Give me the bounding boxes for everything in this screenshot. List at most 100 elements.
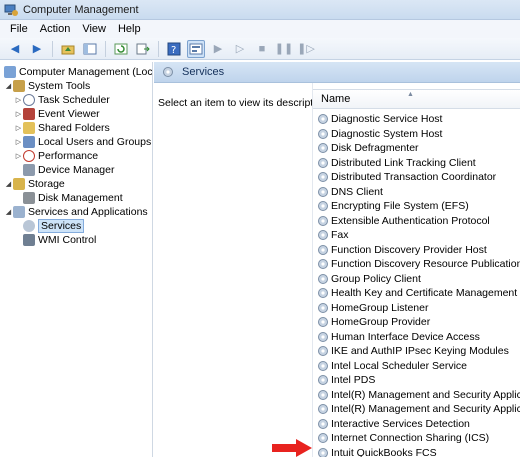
- start-service-params-icon[interactable]: ▷: [231, 40, 249, 58]
- service-name: Intel PDS: [331, 374, 376, 386]
- gear-icon: [317, 345, 329, 357]
- tree-item-label: Disk Management: [38, 192, 123, 204]
- gear-icon: [317, 447, 329, 457]
- storage-icon: [13, 178, 25, 190]
- expand-icon[interactable]: ▷: [14, 152, 23, 160]
- service-name: Encrypting File System (EFS): [331, 200, 469, 212]
- gear-icon: [317, 142, 329, 154]
- service-name: Intel(R) Management and Security Applica…: [331, 388, 520, 401]
- gear-icon: [23, 220, 35, 232]
- menu-help[interactable]: Help: [112, 23, 147, 35]
- tree-item-system-tools[interactable]: ◢ System Tools: [4, 79, 90, 93]
- tree-item-task-scheduler[interactable]: ▷ Task Scheduler: [14, 93, 110, 107]
- clock-icon: [23, 94, 35, 106]
- help-icon[interactable]: ?: [165, 40, 183, 58]
- service-row[interactable]: Extensible Authentication Protocol: [317, 214, 490, 228]
- gear-icon: [162, 66, 174, 78]
- service-row[interactable]: Function Discovery Resource Publication: [317, 257, 520, 271]
- up-folder-icon[interactable]: [59, 40, 77, 58]
- service-row[interactable]: Intel PDS: [317, 373, 375, 387]
- service-row[interactable]: Intel(R) Management and Security Applica…: [317, 402, 520, 416]
- service-row[interactable]: HomeGroup Provider: [317, 315, 430, 329]
- gear-icon: [317, 157, 329, 169]
- service-row[interactable]: Intel Local Scheduler Service: [317, 359, 467, 373]
- show-hide-tree-icon[interactable]: [81, 40, 99, 58]
- service-name: Diagnostic Service Host: [331, 113, 443, 125]
- toolbar-separator: [158, 40, 159, 57]
- service-name: Intel Local Scheduler Service: [331, 359, 467, 372]
- toolbar-separator: [105, 40, 106, 57]
- service-row[interactable]: Encrypting File System (EFS): [317, 199, 469, 213]
- gear-icon: [317, 186, 329, 198]
- service-row[interactable]: Function Discovery Provider Host: [317, 243, 487, 257]
- collapse-icon[interactable]: ◢: [4, 82, 13, 90]
- expand-icon[interactable]: ▷: [14, 124, 23, 132]
- collapse-icon[interactable]: ◢: [4, 208, 13, 216]
- expand-icon[interactable]: ▷: [14, 110, 23, 118]
- tree-item-performance[interactable]: ▷ Performance: [14, 149, 98, 163]
- gear-icon: [317, 432, 329, 444]
- service-name: IKE and AuthIP IPsec Keying Modules: [331, 345, 509, 357]
- service-row[interactable]: HomeGroup Listener: [317, 301, 428, 315]
- tree-item-local-users-groups[interactable]: ▷ Local Users and Groups: [14, 135, 151, 149]
- gear-icon: [317, 302, 329, 314]
- gear-icon: [317, 287, 329, 299]
- collapse-icon[interactable]: ◢: [4, 180, 13, 188]
- service-row[interactable]: Internet Connection Sharing (ICS): [317, 431, 489, 445]
- service-row[interactable]: Intel(R) Management and Security Applica…: [317, 388, 520, 402]
- tree-item-services[interactable]: Services: [23, 219, 85, 233]
- service-row[interactable]: Diagnostic Service Host: [317, 112, 442, 126]
- menu-file[interactable]: File: [4, 23, 34, 35]
- service-row[interactable]: Intuit QuickBooks FCS: [317, 446, 437, 457]
- service-name: HomeGroup Provider: [331, 316, 431, 328]
- gear-icon: [317, 113, 329, 125]
- service-row[interactable]: Distributed Transaction Coordinator: [317, 170, 496, 184]
- restart-service-icon[interactable]: ❚▷: [297, 40, 315, 58]
- toolbar: ◀ ▶ ? ▶ ▷ ■ ❚❚ ❚▷: [0, 38, 520, 60]
- menu-bar: File Action View Help: [0, 20, 520, 38]
- tree-item-computer-management[interactable]: Computer Management (Local): [4, 65, 152, 79]
- back-icon[interactable]: ◀: [6, 40, 24, 58]
- gear-icon: [317, 403, 329, 415]
- service-row[interactable]: Disk Defragmenter: [317, 141, 419, 155]
- tree-item-wmi-control[interactable]: WMI Control: [23, 233, 96, 247]
- title-bar: Computer Management: [0, 0, 520, 20]
- service-row[interactable]: Health Key and Certificate Management: [317, 286, 517, 300]
- refresh-icon[interactable]: [112, 40, 130, 58]
- service-name: Distributed Transaction Coordinator: [331, 171, 497, 183]
- tools-icon: [13, 80, 25, 92]
- expand-icon[interactable]: ▷: [14, 96, 23, 104]
- tree-item-event-viewer[interactable]: ▷ Event Viewer: [14, 107, 100, 121]
- service-name: Disk Defragmenter: [331, 142, 419, 154]
- tree-item-label: System Tools: [28, 80, 91, 92]
- tree-item-storage[interactable]: ◢ Storage: [4, 177, 65, 191]
- tree-item-disk-management[interactable]: Disk Management: [23, 191, 123, 205]
- service-row[interactable]: IKE and AuthIP IPsec Keying Modules: [317, 344, 509, 358]
- computer-management-icon: [4, 3, 18, 17]
- menu-action[interactable]: Action: [34, 23, 77, 35]
- tree-item-shared-folders[interactable]: ▷ Shared Folders: [14, 121, 110, 135]
- properties-icon[interactable]: [187, 39, 205, 58]
- sort-ascending-icon: ▲: [407, 91, 414, 98]
- service-row[interactable]: Diagnostic System Host: [317, 127, 442, 141]
- users-icon: [23, 136, 35, 148]
- service-row[interactable]: Interactive Services Detection: [317, 417, 470, 431]
- console-tree: Computer Management (Local) ◢ System Too…: [0, 62, 153, 457]
- tree-item-device-manager[interactable]: Device Manager: [23, 163, 114, 177]
- column-header-name[interactable]: ▲ Name: [313, 89, 520, 109]
- forward-icon[interactable]: ▶: [28, 40, 46, 58]
- service-row[interactable]: Fax: [317, 228, 349, 242]
- start-service-icon[interactable]: ▶: [209, 40, 227, 58]
- service-row[interactable]: Distributed Link Tracking Client: [317, 156, 476, 170]
- service-name: Interactive Services Detection: [331, 417, 470, 430]
- tree-item-services-applications[interactable]: ◢ Services and Applications: [4, 205, 148, 219]
- service-row[interactable]: DNS Client: [317, 185, 383, 199]
- menu-view[interactable]: View: [76, 23, 112, 35]
- service-row[interactable]: Human Interface Device Access: [317, 330, 480, 344]
- export-list-icon[interactable]: [134, 40, 152, 58]
- pause-service-icon[interactable]: ❚❚: [275, 40, 293, 58]
- gear-icon: [317, 331, 329, 343]
- expand-icon[interactable]: ▷: [14, 138, 23, 146]
- service-row[interactable]: Group Policy Client: [317, 272, 421, 286]
- stop-service-icon[interactable]: ■: [253, 40, 271, 58]
